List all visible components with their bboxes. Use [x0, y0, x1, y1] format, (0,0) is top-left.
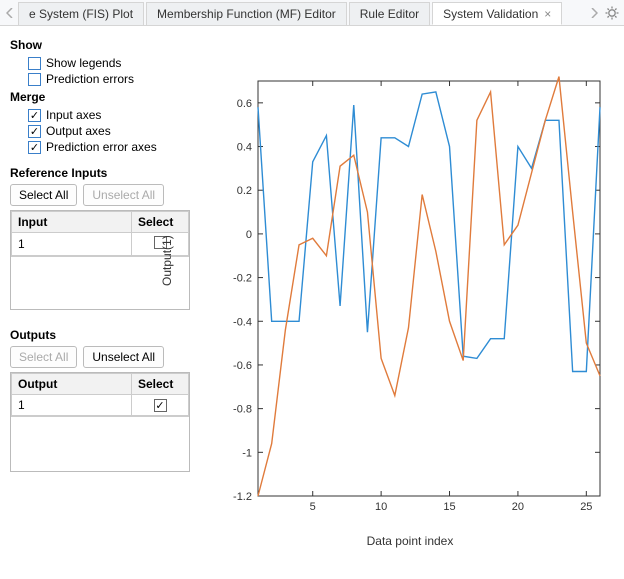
show-legends-checkbox[interactable]: ✓	[28, 57, 41, 70]
table-row[interactable]: 1 ✓	[12, 395, 189, 416]
svg-text:-0.4: -0.4	[233, 316, 252, 328]
table-header-row: Output Select	[12, 374, 189, 395]
outputs-title: Outputs	[10, 328, 192, 342]
options-panel: Show ✓ Show legends ✓ Prediction errors Me…	[0, 26, 200, 579]
svg-text:20: 20	[512, 501, 524, 513]
line-chart: -1.2 -1 -0.8 -0.6 -0.4 -0.2 0 0.2 0.4 0.6 5 10 15 20 2…	[210, 76, 610, 526]
y-axis-label: Output(1)	[160, 235, 174, 286]
close-icon[interactable]: ×	[544, 7, 551, 21]
svg-text:-1: -1	[242, 447, 252, 459]
output-row-value: 1	[12, 395, 132, 416]
col-select: Select	[132, 374, 189, 395]
chart-area: Output(1) -1.2-1-0.8-0.6-0.4-0.200.20.40…	[200, 26, 624, 579]
ref-inputs-unselect-all-button[interactable]: Unselect All	[83, 184, 164, 206]
svg-text:-0.2: -0.2	[233, 273, 252, 285]
svg-text:-0.8: -0.8	[233, 404, 252, 416]
svg-text:0: 0	[246, 229, 252, 241]
input-row-value: 1	[12, 233, 132, 256]
col-input: Input	[12, 212, 132, 233]
ref-inputs-select-all-button[interactable]: Select All	[10, 184, 77, 206]
input-axes-label: Input axes	[46, 108, 101, 122]
tab-mf-editor[interactable]: Membership Function (MF) Editor	[146, 2, 347, 25]
svg-text:0.2: 0.2	[237, 185, 252, 197]
show-section-title: Show	[10, 38, 192, 52]
tab-scroll-right[interactable]	[586, 2, 602, 24]
tab-system-validation[interactable]: System Validation×	[432, 2, 562, 25]
svg-text:-1.2: -1.2	[233, 491, 252, 503]
outputs-unselect-all-button[interactable]: Unselect All	[83, 346, 164, 368]
col-select: Select	[132, 212, 189, 233]
svg-text:0.6: 0.6	[237, 98, 252, 110]
tab-rule-editor[interactable]: Rule Editor	[349, 2, 430, 25]
outputs-table: Output Select 1 ✓	[10, 372, 190, 472]
svg-text:10: 10	[375, 501, 387, 513]
pred-error-axes-label: Prediction error axes	[46, 140, 157, 154]
prediction-errors-label: Prediction errors	[46, 72, 134, 86]
reference-inputs-title: Reference Inputs	[10, 166, 192, 180]
tab-options-gear-icon[interactable]	[602, 6, 622, 20]
svg-text:5: 5	[310, 501, 316, 513]
col-output: Output	[12, 374, 132, 395]
svg-text:-0.6: -0.6	[233, 360, 252, 372]
svg-text:0.4: 0.4	[237, 142, 252, 154]
tab-fis-plot[interactable]: e System (FIS) Plot	[18, 2, 144, 25]
table-header-row: Input Select	[12, 212, 189, 233]
merge-section-title: Merge	[10, 90, 192, 104]
prediction-errors-checkbox[interactable]: ✓	[28, 73, 41, 86]
output-axes-label: Output axes	[46, 124, 111, 138]
tab-bar: e System (FIS) Plot Membership Function …	[0, 0, 624, 26]
show-legends-label: Show legends	[46, 56, 121, 70]
outputs-select-all-button[interactable]: Select All	[10, 346, 77, 368]
input-axes-checkbox[interactable]: ✓	[28, 109, 41, 122]
x-axis-label: Data point index	[210, 534, 610, 548]
pred-error-axes-checkbox[interactable]: ✓	[28, 141, 41, 154]
output-axes-checkbox[interactable]: ✓	[28, 125, 41, 138]
output-1-select-checkbox[interactable]: ✓	[154, 399, 167, 412]
svg-text:15: 15	[443, 501, 455, 513]
svg-text:25: 25	[580, 501, 592, 513]
tab-scroll-left[interactable]	[2, 2, 18, 24]
